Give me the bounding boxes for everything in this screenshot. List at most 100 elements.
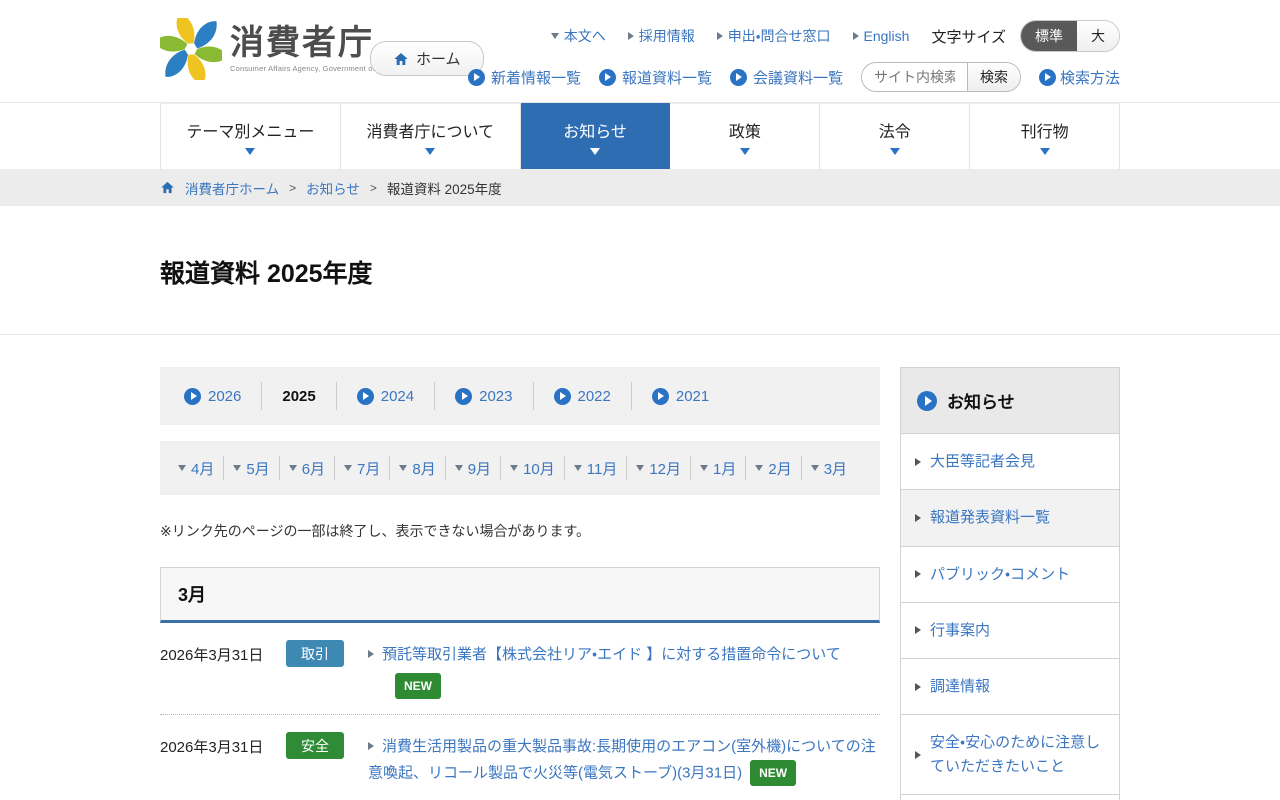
month-link-5[interactable]: 5月 xyxy=(233,458,269,479)
month-link-7[interactable]: 7月 xyxy=(344,458,380,479)
sidebar-item-label: 調達情報 xyxy=(930,675,990,698)
meeting-list-link[interactable]: 会議資料一覧 xyxy=(730,67,843,88)
month-link-12[interactable]: 12月 xyxy=(636,458,681,479)
home-icon xyxy=(393,51,409,67)
site-header: 消費者庁 Consumer Affairs Agency, Government… xyxy=(0,0,1280,103)
font-size-large-button[interactable]: 大 xyxy=(1077,21,1119,51)
home-button[interactable]: ホーム xyxy=(370,41,484,76)
chevron-down-icon xyxy=(700,465,708,471)
chevron-down-icon xyxy=(811,465,819,471)
nav-policy[interactable]: 政策 xyxy=(670,103,820,169)
sidebar-item-events[interactable]: 行事案内 xyxy=(901,603,1119,659)
divider xyxy=(626,456,627,480)
year-label: 2021 xyxy=(676,388,709,405)
sidebar-item-public-comment[interactable]: パブリック・コメント xyxy=(901,547,1119,603)
month-link-8[interactable]: 8月 xyxy=(399,458,435,479)
sidebar-title: お知らせ xyxy=(947,388,1015,413)
search-button[interactable]: 検索 xyxy=(967,62,1020,92)
search-input[interactable] xyxy=(862,69,967,85)
year-label: 2024 xyxy=(381,388,414,405)
search-help-link[interactable]: 検索方法 xyxy=(1039,67,1120,88)
home-icon xyxy=(160,180,175,195)
chevron-down-icon xyxy=(455,465,463,471)
agency-logo[interactable]: 消費者庁 Consumer Affairs Agency, Government… xyxy=(160,18,399,80)
divider xyxy=(533,382,534,410)
divider xyxy=(631,382,632,410)
year-2023-link[interactable]: 2023 xyxy=(455,388,512,405)
utility-links: 本文へ 採用情報 申出・問合せ窓口 English 文字サイズ 標準 大 xyxy=(551,20,1120,52)
month-link-6[interactable]: 6月 xyxy=(289,458,325,479)
year-2021-link[interactable]: 2021 xyxy=(652,388,709,405)
font-size-standard-button[interactable]: 標準 xyxy=(1021,21,1077,51)
sidebar-item-safety-cautions[interactable]: 安全・安心のために注意していただきたいこと xyxy=(901,715,1119,795)
press-list-link[interactable]: 報道資料一覧 xyxy=(599,67,712,88)
nav-label: 法令 xyxy=(879,118,911,142)
chevron-down-icon xyxy=(740,148,750,155)
year-tabs: 2026 2025 2024 2023 2022 xyxy=(160,367,880,425)
breadcrumb-separator: > xyxy=(370,181,377,195)
nav-theme-menu[interactable]: テーマ別メニュー xyxy=(161,103,341,169)
nav-laws[interactable]: 法令 xyxy=(820,103,970,169)
month-link-2[interactable]: 2月 xyxy=(755,458,791,479)
month-link-9[interactable]: 9月 xyxy=(455,458,491,479)
english-link[interactable]: English xyxy=(853,28,910,44)
font-size-toggle: 標準 大 xyxy=(1020,20,1120,52)
month-link-3[interactable]: 3月 xyxy=(811,458,847,479)
sidebar-item-new-info-list[interactable]: 新着情報一覧 xyxy=(901,795,1119,800)
chevron-right-icon xyxy=(717,32,723,40)
new-info-list-link[interactable]: 新着情報一覧 xyxy=(468,67,581,88)
month-link-10[interactable]: 10月 xyxy=(510,458,555,479)
month-link-11[interactable]: 11月 xyxy=(574,458,618,479)
month-label: 5月 xyxy=(246,458,269,479)
circle-arrow-icon xyxy=(652,388,669,405)
nav-about-agency[interactable]: 消費者庁について xyxy=(341,103,521,169)
chevron-right-icon xyxy=(368,742,374,750)
contact-link[interactable]: 申出・問合せ窓口 xyxy=(717,26,831,46)
home-button-label: ホーム xyxy=(416,48,461,69)
breadcrumb-news-link[interactable]: お知らせ xyxy=(306,178,360,198)
sidebar-header-news[interactable]: お知らせ xyxy=(901,368,1119,434)
recruit-link[interactable]: 採用情報 xyxy=(628,26,695,46)
article-date: 2026年3月31日 xyxy=(160,640,274,700)
breadcrumb-home-link[interactable]: 消費者庁ホーム xyxy=(185,178,279,198)
nav-label: テーマ別メニュー xyxy=(186,118,314,142)
month-link-4[interactable]: 4月 xyxy=(178,458,214,479)
chevron-down-icon xyxy=(233,465,241,471)
sidebar-item-procurement[interactable]: 調達情報 xyxy=(901,659,1119,715)
nav-news[interactable]: お知らせ xyxy=(521,103,671,169)
search-help-label: 検索方法 xyxy=(1060,67,1120,88)
chevron-down-icon xyxy=(590,148,600,155)
article-date: 2026年3月31日 xyxy=(160,732,274,787)
breadcrumb: 消費者庁ホーム > お知らせ > 報道資料 2025年度 xyxy=(160,169,1120,206)
year-2022-link[interactable]: 2022 xyxy=(554,388,611,405)
article-link[interactable]: 消費生活用製品の重大製品事故:長期使用のエアコン(室外機)についての注意喚起、リ… xyxy=(368,738,876,782)
press-list-label: 報道資料一覧 xyxy=(622,67,712,88)
month-label: 11月 xyxy=(587,458,618,479)
article-link[interactable]: 預託等取引業者【株式会社リア・エイド 】に対する措置命令について xyxy=(382,646,841,663)
sidebar-item-press-materials[interactable]: 報道発表資料一覧 xyxy=(901,490,1119,546)
circle-arrow-icon xyxy=(184,388,201,405)
to-content-link[interactable]: 本文へ xyxy=(551,26,606,46)
year-2026-link[interactable]: 2026 xyxy=(184,388,241,405)
divider xyxy=(690,456,691,480)
year-label: 2026 xyxy=(208,388,241,405)
site-search: 検索 xyxy=(861,62,1021,92)
circle-arrow-icon xyxy=(554,388,571,405)
chevron-down-icon xyxy=(551,33,559,39)
divider xyxy=(223,456,224,480)
year-label: 2022 xyxy=(578,388,611,405)
month-link-1[interactable]: 1月 xyxy=(700,458,736,479)
chevron-right-icon xyxy=(915,751,921,759)
year-2024-link[interactable]: 2024 xyxy=(357,388,414,405)
month-label: 8月 xyxy=(412,458,435,479)
year-2025-current: 2025 xyxy=(282,388,315,405)
nav-publications[interactable]: 刊行物 xyxy=(970,103,1120,169)
chevron-down-icon xyxy=(399,465,407,471)
press-release-row: 2026年3月31日 安全 消費生活用製品の重大製品事故:長期使用のエアコン(室… xyxy=(160,715,880,800)
divider xyxy=(261,382,262,410)
new-badge: NEW xyxy=(750,760,796,786)
page-title: 報道資料 2025年度 xyxy=(160,206,1120,334)
nav-label: お知らせ xyxy=(563,118,627,142)
sidebar-item-press-conference[interactable]: 大臣等記者会見 xyxy=(901,434,1119,490)
nav-label: 刊行物 xyxy=(1021,118,1069,142)
